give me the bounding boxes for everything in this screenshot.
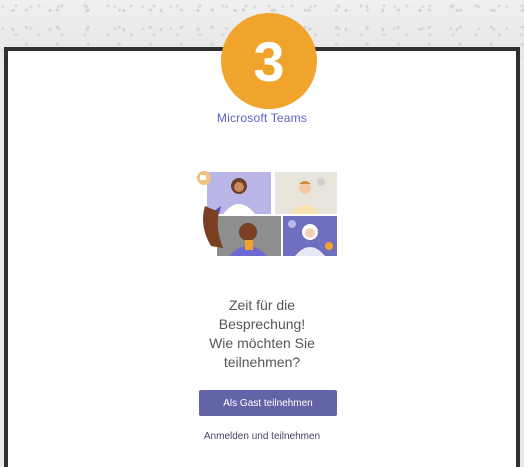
sign-in-and-join-link[interactable]: Anmelden und teilnehmen (0, 431, 524, 442)
meeting-illustration (197, 171, 337, 256)
join-prompt: Zeit für die Besprechung! Wie möchten Si… (0, 296, 524, 372)
prompt-line: Wie möchten Sie (209, 335, 315, 351)
app-title: Microsoft Teams (216, 111, 308, 125)
prompt-line: Besprechung! (218, 316, 306, 332)
step-number-badge: 3 (221, 13, 317, 109)
prompt-line: teilnehmen? (223, 354, 301, 370)
prompt-line: Zeit für die (228, 297, 296, 313)
join-as-guest-button[interactable]: Als Gast teilnehmen (199, 390, 337, 416)
